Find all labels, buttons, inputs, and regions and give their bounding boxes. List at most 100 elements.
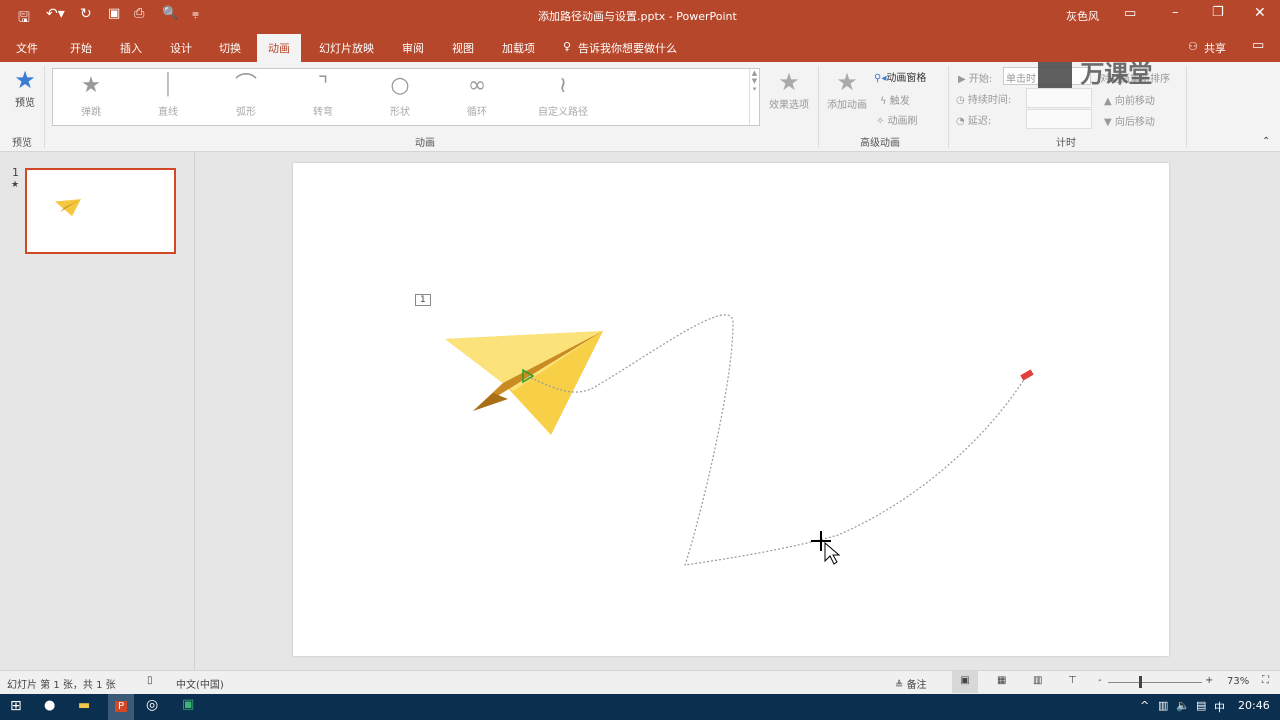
add-animation-button[interactable]: ★ 添加动画 [822, 68, 872, 111]
tab-slideshow[interactable]: 幻灯片放映 [319, 40, 374, 56]
preview-label: 预览 [15, 98, 35, 109]
reading-view-icon[interactable]: ▥ [1033, 675, 1042, 686]
animation-gallery: ★ 弹跳 ⏐ 直线 ⌒ 弧形 ⌝ 转弯 ○ 形状 ∞ 循环 ≀ 自定义路径 ▲ ▼ ▾ [52, 68, 760, 126]
zoom-level[interactable]: 73% [1227, 676, 1249, 687]
add-animation-label: 添加动画 [827, 100, 867, 111]
preview-icon[interactable]: 🔍 [162, 6, 178, 21]
tab-file[interactable]: 文件 [16, 40, 38, 56]
close-icon[interactable]: ✕ [1254, 5, 1266, 21]
tab-home[interactable]: 开始 [70, 40, 92, 56]
move-later-button[interactable]: ▼ 向后移动 [1104, 113, 1155, 128]
zoom-in-button[interactable]: + [1205, 675, 1213, 686]
watermark-text: 万课堂 [1080, 60, 1153, 88]
tab-animations[interactable]: 动画 [257, 34, 301, 62]
gallery-turn[interactable]: ⌝ 转弯 [293, 69, 353, 125]
delay-input[interactable] [1026, 109, 1092, 129]
motion-path-layer [445, 314, 1034, 566]
divider [44, 66, 45, 148]
minimize-icon[interactable]: – [1172, 5, 1179, 20]
ribbon-display-icon[interactable]: ▭ [1124, 6, 1136, 21]
slide-sorter-icon[interactable]: ▦ [997, 675, 1006, 686]
move-earlier-button[interactable]: ▲ 向前移动 [1104, 92, 1155, 107]
turn-path-icon: ⌝ [317, 73, 329, 98]
start-label: ▶ 开始: [958, 74, 993, 85]
cortana-icon[interactable]: ● [44, 698, 55, 713]
circle-path-icon: ○ [390, 73, 410, 98]
gallery-custom-path[interactable]: ≀ 自定义路径 [523, 69, 603, 125]
motion-path[interactable] [526, 314, 1026, 566]
animation-pane-button[interactable]: ⚲◂动画窗格 [874, 69, 926, 84]
tab-review[interactable]: 审阅 [402, 40, 424, 56]
share-icon: ⚇ [1188, 40, 1198, 53]
duration-label: ◷ 持续时间: [956, 95, 1012, 106]
watermark-mark [1038, 62, 1072, 88]
paper-plane[interactable] [445, 331, 603, 435]
gallery-label: 循环 [467, 107, 487, 118]
gallery-loop[interactable]: ∞ 循环 [447, 69, 507, 125]
tab-transitions[interactable]: 切换 [219, 40, 241, 56]
gallery-label: 直线 [158, 107, 178, 118]
fit-slide-icon[interactable]: ⛶ [1262, 675, 1269, 686]
title-bar: 🖫 ↶▾ ↻ ▣ ⎙ 🔍 ⩦ 添加路径动画与设置.pptx - PowerPoi… [0, 0, 1280, 32]
redo-icon[interactable]: ↻ [80, 6, 92, 22]
user-name[interactable]: 灰色风 [1066, 8, 1099, 24]
tell-me-input[interactable]: 告诉我你想要做什么 [578, 40, 677, 56]
slide-thumbnail-pane: 1 ★ [0, 152, 195, 670]
network-icon[interactable]: ▥ [1158, 699, 1168, 712]
effect-options-button[interactable]: ★ 效果选项 [764, 68, 814, 111]
duration-input[interactable] [1026, 88, 1092, 108]
gallery-label: 形状 [390, 107, 410, 118]
clock[interactable]: 20:46 [1238, 699, 1270, 712]
slide-thumbnail[interactable] [25, 168, 176, 254]
animation-indicator-icon: ★ [11, 180, 20, 190]
tab-design[interactable]: 设计 [170, 40, 192, 56]
gallery-line[interactable]: ⏐ 直线 [138, 69, 198, 125]
comments-icon[interactable]: ▭ [1252, 38, 1264, 53]
zoom-out-button[interactable]: - [1098, 675, 1102, 686]
notification-icon[interactable]: ▤ [1196, 699, 1206, 712]
slideshow-icon[interactable]: ⊤ [1068, 675, 1077, 686]
undo-icon[interactable]: ↶▾ [46, 6, 65, 22]
painter-label: 动画刷 [887, 116, 918, 127]
group-timing-label: 计时 [1056, 138, 1076, 149]
restore-icon[interactable]: ❐ [1212, 5, 1224, 20]
notes-button[interactable]: ≜ 备注 [895, 676, 927, 691]
gallery-shape[interactable]: ○ 形状 [370, 69, 430, 125]
present-icon[interactable]: ▣ [108, 6, 120, 21]
recorder-icon[interactable]: ◎ [146, 697, 158, 713]
slide-canvas[interactable]: 1 [293, 163, 1169, 656]
camtasia-icon[interactable]: ▣ [182, 697, 194, 712]
collapse-ribbon-icon[interactable]: ⌃ [1262, 136, 1270, 147]
tab-view[interactable]: 视图 [452, 40, 474, 56]
powerpoint-taskbar-icon[interactable]: P [108, 694, 134, 720]
volume-icon[interactable]: 🔈 [1176, 699, 1190, 712]
gallery-arc[interactable]: ⌒ 弧形 [216, 69, 276, 125]
tab-addins[interactable]: 加载项 [502, 40, 535, 56]
preview-button[interactable]: ★ 预览 [8, 66, 42, 109]
share-button[interactable]: 共享 [1204, 40, 1226, 56]
customize-icon[interactable]: ⩦ [192, 6, 199, 21]
gallery-label: 弹跳 [81, 107, 101, 118]
trigger-button[interactable]: ϟ 触发 [880, 92, 910, 107]
zoom-slider[interactable] [1108, 682, 1202, 683]
zoom-slider-thumb[interactable] [1139, 676, 1142, 688]
group-animation-label: 动画 [415, 138, 435, 149]
windows-start-icon[interactable]: ⊞ [10, 698, 22, 714]
normal-view-icon[interactable]: ▣ [952, 671, 978, 693]
file-explorer-icon[interactable]: ▬ [78, 698, 90, 713]
divider [818, 66, 819, 148]
animation-painter-button[interactable]: ✧ 动画刷 [876, 112, 918, 127]
print-icon[interactable]: ⎙ [134, 6, 144, 21]
spellcheck-icon[interactable]: ▯ [147, 675, 153, 686]
gallery-bounce[interactable]: ★ 弹跳 [61, 69, 121, 125]
ime-indicator[interactable]: 中 [1214, 699, 1225, 715]
save-icon[interactable]: 🖫 [18, 7, 30, 31]
loop-path-icon: ∞ [467, 73, 487, 98]
gallery-label: 转弯 [313, 107, 333, 118]
tray-chevron-icon[interactable]: ^ [1140, 699, 1149, 712]
line-path-icon: ⏐ [161, 73, 175, 98]
language[interactable]: 中文(中国) [176, 676, 224, 691]
gallery-scrollbar[interactable]: ▲ ▼ ▾ [749, 69, 759, 125]
tab-insert[interactable]: 插入 [120, 40, 142, 56]
slide-info: 幻灯片 第 1 张，共 1 张 [7, 680, 116, 691]
